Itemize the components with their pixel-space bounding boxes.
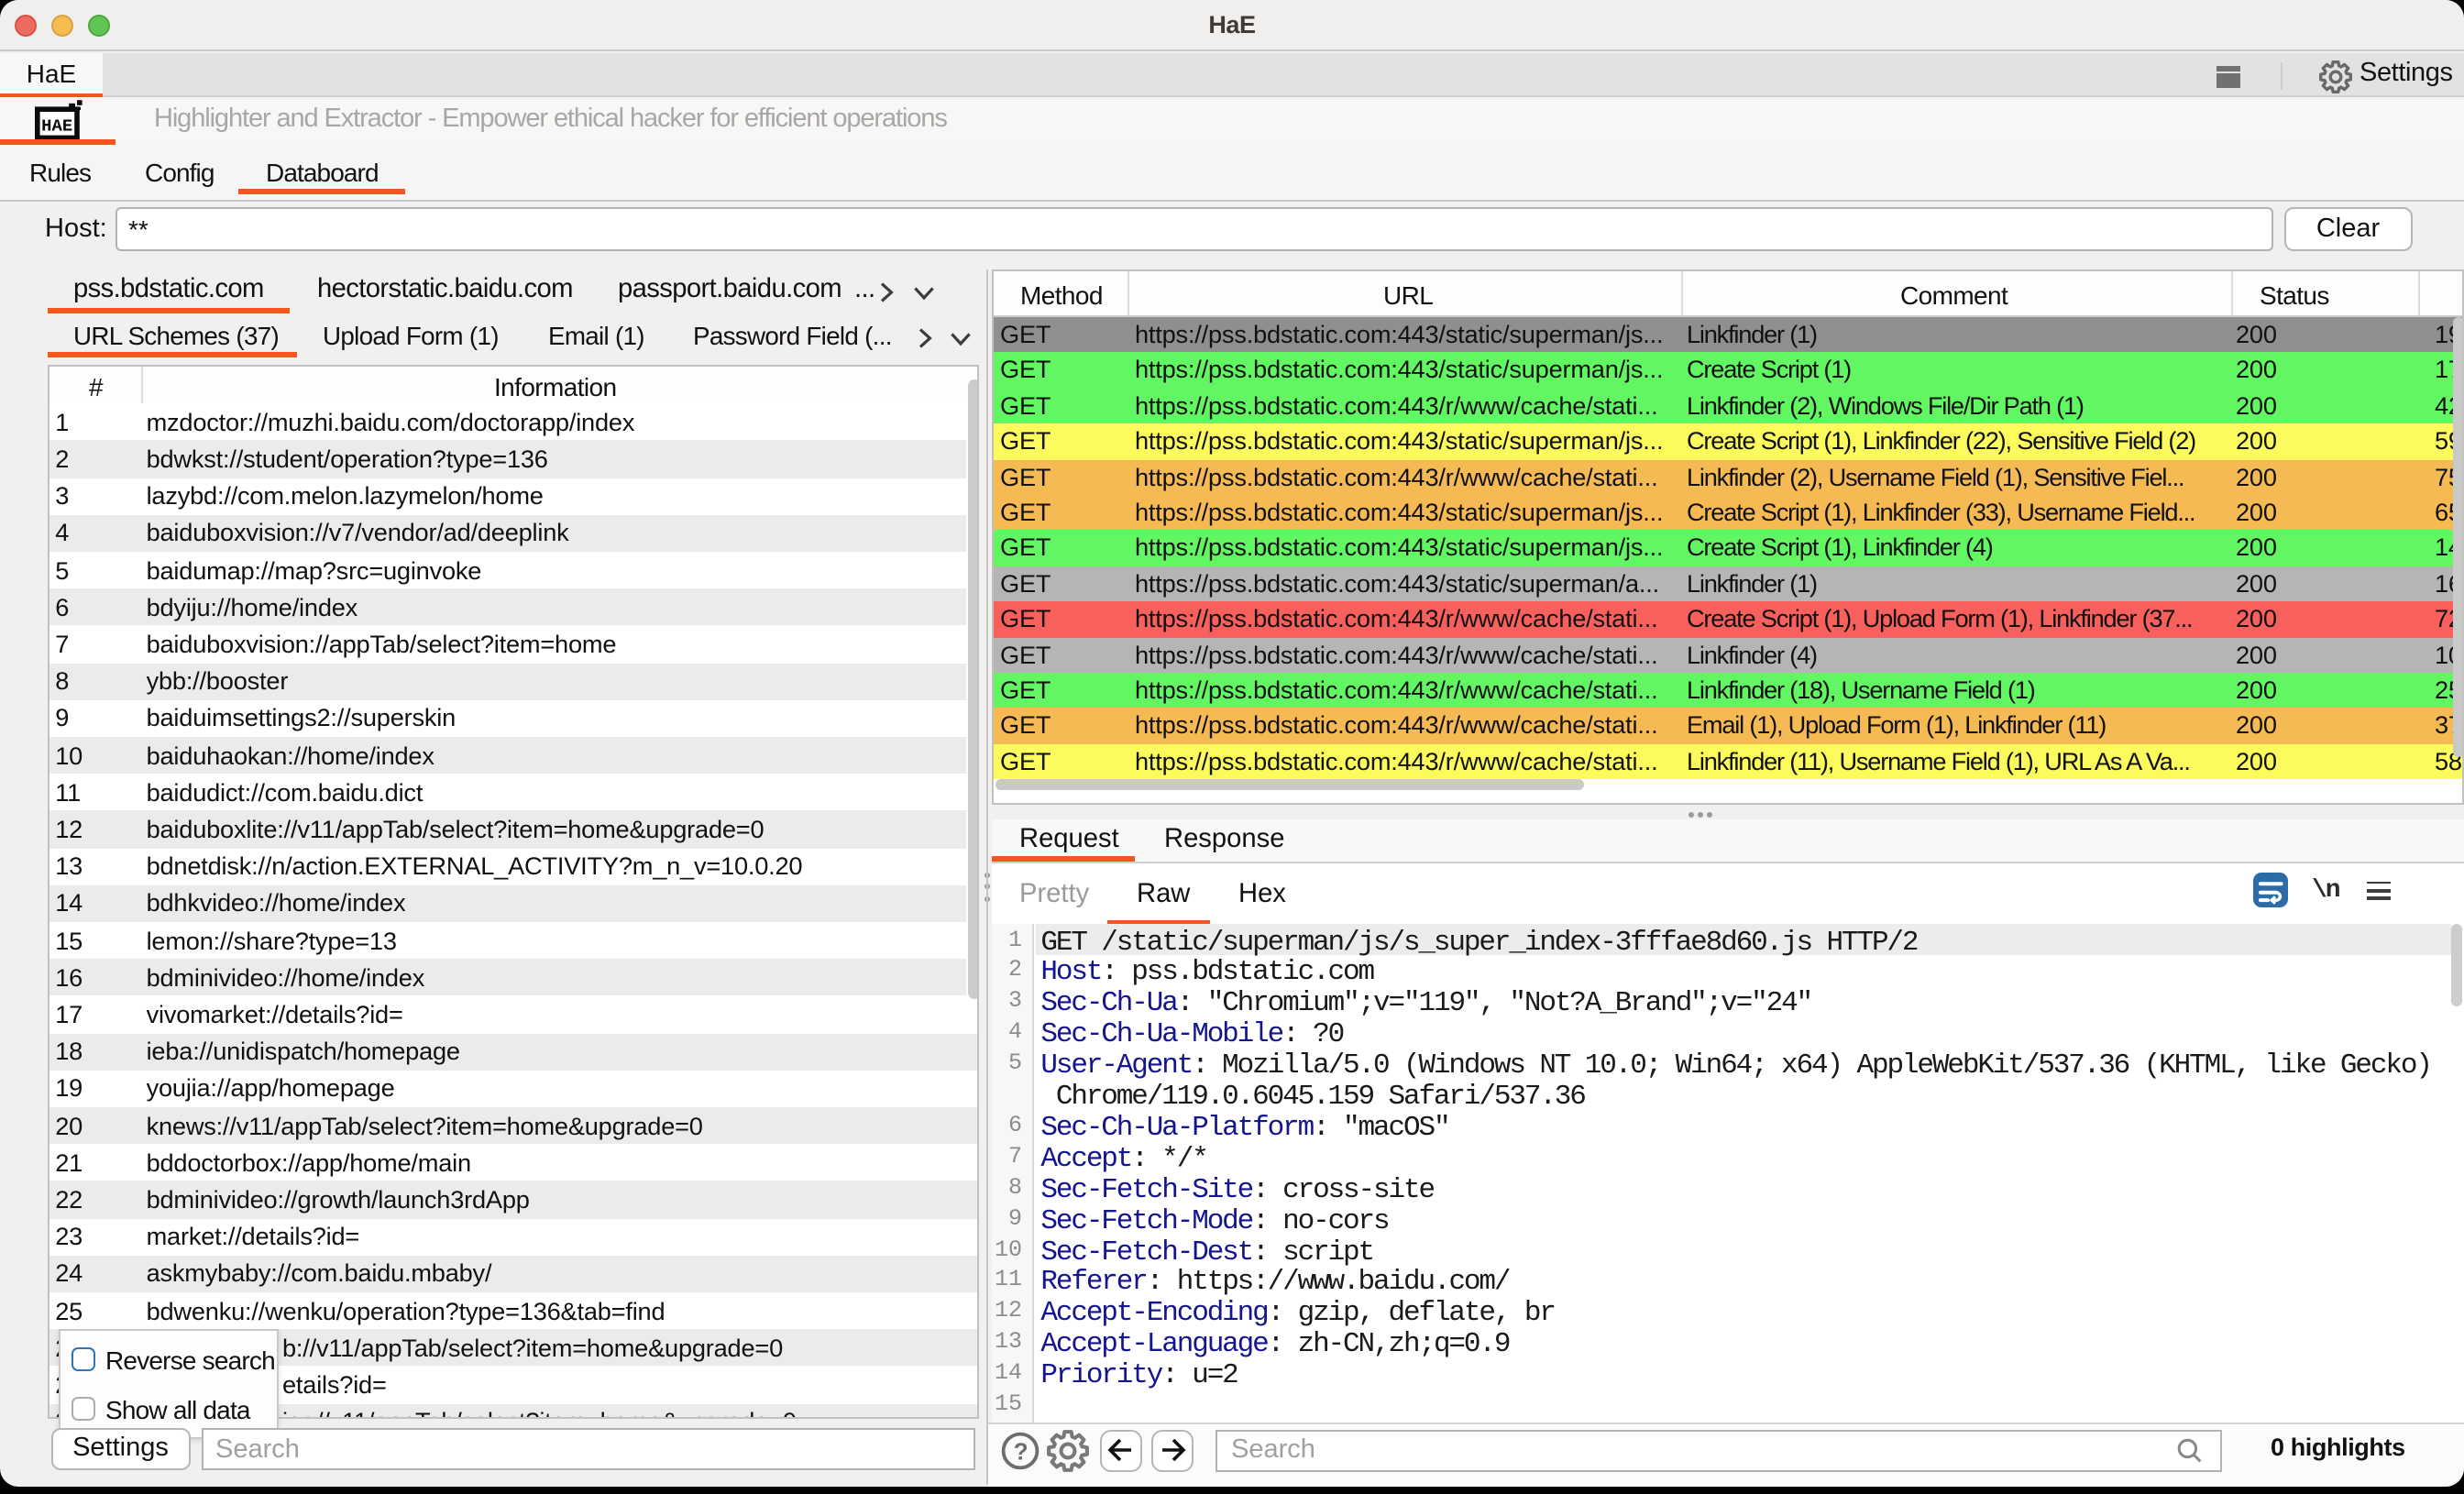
svg-text:HAE: HAE bbox=[41, 115, 72, 136]
svg-text:?: ? bbox=[1013, 1436, 1028, 1464]
